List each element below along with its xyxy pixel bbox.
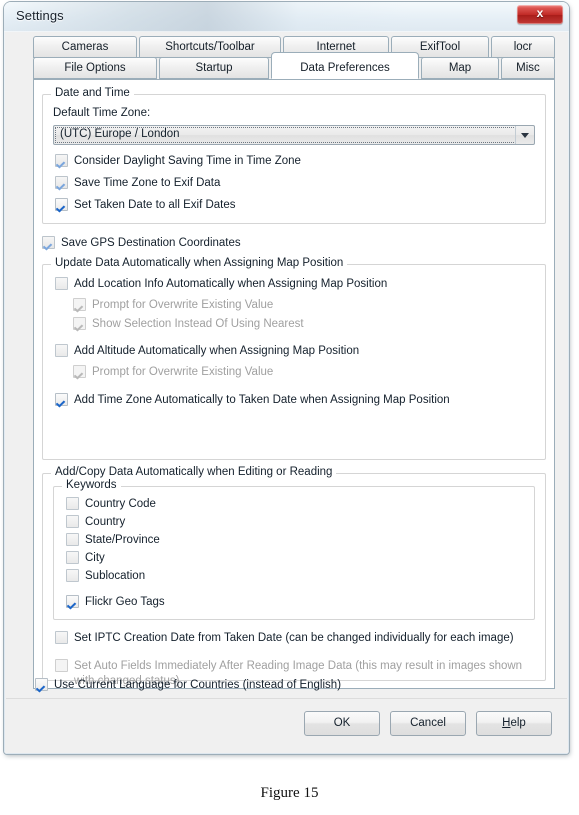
checkbox-set-iptc-creation-date-label: Set IPTC Creation Date from Taken Date (… xyxy=(74,632,514,644)
checkbox-consider-dst[interactable]: Consider Daylight Saving Time in Time Zo… xyxy=(55,154,301,168)
dialog-footer: OK Cancel Help xyxy=(6,698,567,753)
checkbox-use-current-language-box xyxy=(35,678,48,691)
checkbox-add-location-info-label: Add Location Info Automatically when Ass… xyxy=(74,278,388,290)
group-add-copy-data: Add/Copy Data Automatically when Editing… xyxy=(42,466,546,687)
group-keywords: Keywords Country Code Country State/Prov… xyxy=(53,479,535,620)
group-keywords-legend: Keywords xyxy=(62,479,121,491)
checkbox-keyword-sublocation[interactable]: Sublocation xyxy=(66,569,145,583)
dialog-client-area: Cameras Shortcuts/Toolbar Internet ExifT… xyxy=(5,32,568,753)
checkbox-consider-dst-label: Consider Daylight Saving Time in Time Zo… xyxy=(74,155,301,167)
window-title: Settings xyxy=(16,8,64,23)
window-titlebar: Settings x xyxy=(4,2,569,32)
checkbox-show-selection-instead-nearest-label: Show Selection Instead Of Using Nearest xyxy=(92,318,304,330)
tab-data-preferences[interactable]: Data Preferences xyxy=(271,52,419,79)
checkbox-keyword-country-box xyxy=(66,515,79,528)
checkbox-set-taken-date-all-exif[interactable]: Set Taken Date to all Exif Dates xyxy=(55,198,236,212)
checkbox-add-altitude-label: Add Altitude Automatically when Assignin… xyxy=(74,345,360,357)
checkbox-keyword-state-province[interactable]: State/Province xyxy=(66,533,160,547)
tab-strip: Cameras Shortcuts/Toolbar Internet ExifT… xyxy=(33,36,555,84)
checkbox-keyword-state-province-label: State/Province xyxy=(85,534,160,546)
checkbox-set-taken-date-all-exif-box xyxy=(55,198,68,211)
checkbox-save-timezone-to-exif-label: Save Time Zone to Exif Data xyxy=(74,177,221,189)
tab-locr[interactable]: locr xyxy=(491,36,555,58)
checkbox-use-current-language[interactable]: Use Current Language for Countries (inst… xyxy=(35,678,341,692)
screenshot-canvas: Settings x Cameras Shortcuts/Toolbar Int… xyxy=(0,0,579,815)
checkbox-add-altitude-box xyxy=(55,344,68,357)
checkbox-show-selection-instead-nearest-box xyxy=(73,317,86,330)
checkbox-consider-dst-box xyxy=(55,154,68,167)
checkbox-use-current-language-label: Use Current Language for Countries (inst… xyxy=(54,679,342,691)
tab-map[interactable]: Map xyxy=(421,57,499,79)
checkbox-altitude-prompt-overwrite-box xyxy=(73,365,86,378)
close-icon[interactable]: x xyxy=(517,5,563,24)
help-button[interactable]: Help xyxy=(476,711,552,736)
help-button-label-rest: elp xyxy=(510,717,526,729)
checkbox-add-location-info-box xyxy=(55,277,68,290)
checkbox-keyword-city-label: City xyxy=(85,552,105,564)
cancel-button[interactable]: Cancel xyxy=(390,711,466,736)
checkbox-add-timezone-to-taken-date-label: Add Time Zone Automatically to Taken Dat… xyxy=(74,394,450,406)
checkbox-keyword-country-label: Country xyxy=(85,516,126,528)
group-update-data-automatically: Update Data Automatically when Assigning… xyxy=(42,257,546,460)
default-time-zone-label: Default Time Zone: xyxy=(53,107,151,119)
tab-cameras[interactable]: Cameras xyxy=(33,36,137,58)
combobox-selected-value: (UTC) Europe / London xyxy=(60,128,180,140)
tab-row-2: File Options Startup Data Preferences Ma… xyxy=(33,52,555,79)
checkbox-keyword-city-box xyxy=(66,551,79,564)
checkbox-add-location-info[interactable]: Add Location Info Automatically when Ass… xyxy=(55,277,387,291)
checkbox-show-selection-instead-nearest: Show Selection Instead Of Using Nearest xyxy=(73,317,304,331)
group-update-data-legend: Update Data Automatically when Assigning… xyxy=(51,257,348,269)
settings-dialog-window: Settings x Cameras Shortcuts/Toolbar Int… xyxy=(4,2,569,754)
checkbox-flickr-geo-tags-label: Flickr Geo Tags xyxy=(85,596,165,608)
checkbox-keyword-city[interactable]: City xyxy=(66,551,105,565)
figure-caption: Figure 15 xyxy=(260,785,319,801)
checkbox-altitude-prompt-overwrite: Prompt for Overwrite Existing Value xyxy=(73,365,273,379)
checkbox-set-iptc-creation-date[interactable]: Set IPTC Creation Date from Taken Date (… xyxy=(55,631,514,645)
checkbox-flickr-geo-tags-box xyxy=(66,595,79,608)
chevron-down-icon[interactable] xyxy=(515,126,534,144)
ok-button[interactable]: OK xyxy=(304,711,380,736)
group-add-copy-data-legend: Add/Copy Data Automatically when Editing… xyxy=(51,466,337,478)
group-date-and-time-legend: Date and Time xyxy=(51,87,134,99)
tab-shortcuts-toolbar[interactable]: Shortcuts/Toolbar xyxy=(139,36,281,58)
tab-misc[interactable]: Misc xyxy=(501,57,555,79)
default-time-zone-combobox[interactable]: (UTC) Europe / London xyxy=(53,125,535,145)
tab-page-data-preferences: Date and Time Default Time Zone: (UTC) E… xyxy=(33,79,555,689)
group-date-and-time: Date and Time Default Time Zone: (UTC) E… xyxy=(42,87,546,224)
checkbox-keyword-sublocation-label: Sublocation xyxy=(85,570,146,582)
checkbox-altitude-prompt-overwrite-label: Prompt for Overwrite Existing Value xyxy=(92,366,274,378)
checkbox-add-altitude[interactable]: Add Altitude Automatically when Assignin… xyxy=(55,344,359,358)
checkbox-keyword-country-code[interactable]: Country Code xyxy=(66,497,156,511)
checkbox-location-prompt-overwrite: Prompt for Overwrite Existing Value xyxy=(73,298,273,312)
checkbox-add-timezone-to-taken-date-box xyxy=(55,393,68,406)
tab-startup[interactable]: Startup xyxy=(159,57,269,79)
checkbox-keyword-country-code-label: Country Code xyxy=(85,498,156,510)
checkbox-add-timezone-to-taken-date[interactable]: Add Time Zone Automatically to Taken Dat… xyxy=(55,393,450,407)
checkbox-save-gps-destination-box xyxy=(42,236,55,249)
checkbox-save-timezone-to-exif[interactable]: Save Time Zone to Exif Data xyxy=(55,176,220,190)
tab-file-options[interactable]: File Options xyxy=(33,57,157,79)
checkbox-keyword-sublocation-box xyxy=(66,569,79,582)
checkbox-location-prompt-overwrite-label: Prompt for Overwrite Existing Value xyxy=(92,299,274,311)
close-icon-glyph: x xyxy=(536,6,544,20)
checkbox-keyword-country[interactable]: Country xyxy=(66,515,125,529)
checkbox-keyword-state-province-box xyxy=(66,533,79,546)
checkbox-save-timezone-to-exif-box xyxy=(55,176,68,189)
checkbox-set-taken-date-all-exif-label: Set Taken Date to all Exif Dates xyxy=(74,199,236,211)
checkbox-set-iptc-creation-date-box xyxy=(55,631,68,644)
checkbox-save-gps-destination-label: Save GPS Destination Coordinates xyxy=(61,237,241,249)
checkbox-keyword-country-code-box xyxy=(66,497,79,510)
checkbox-save-gps-destination[interactable]: Save GPS Destination Coordinates xyxy=(42,236,241,250)
checkbox-set-auto-fields-immediately-box xyxy=(55,659,68,672)
checkbox-flickr-geo-tags[interactable]: Flickr Geo Tags xyxy=(66,595,165,609)
checkbox-location-prompt-overwrite-box xyxy=(73,298,86,311)
